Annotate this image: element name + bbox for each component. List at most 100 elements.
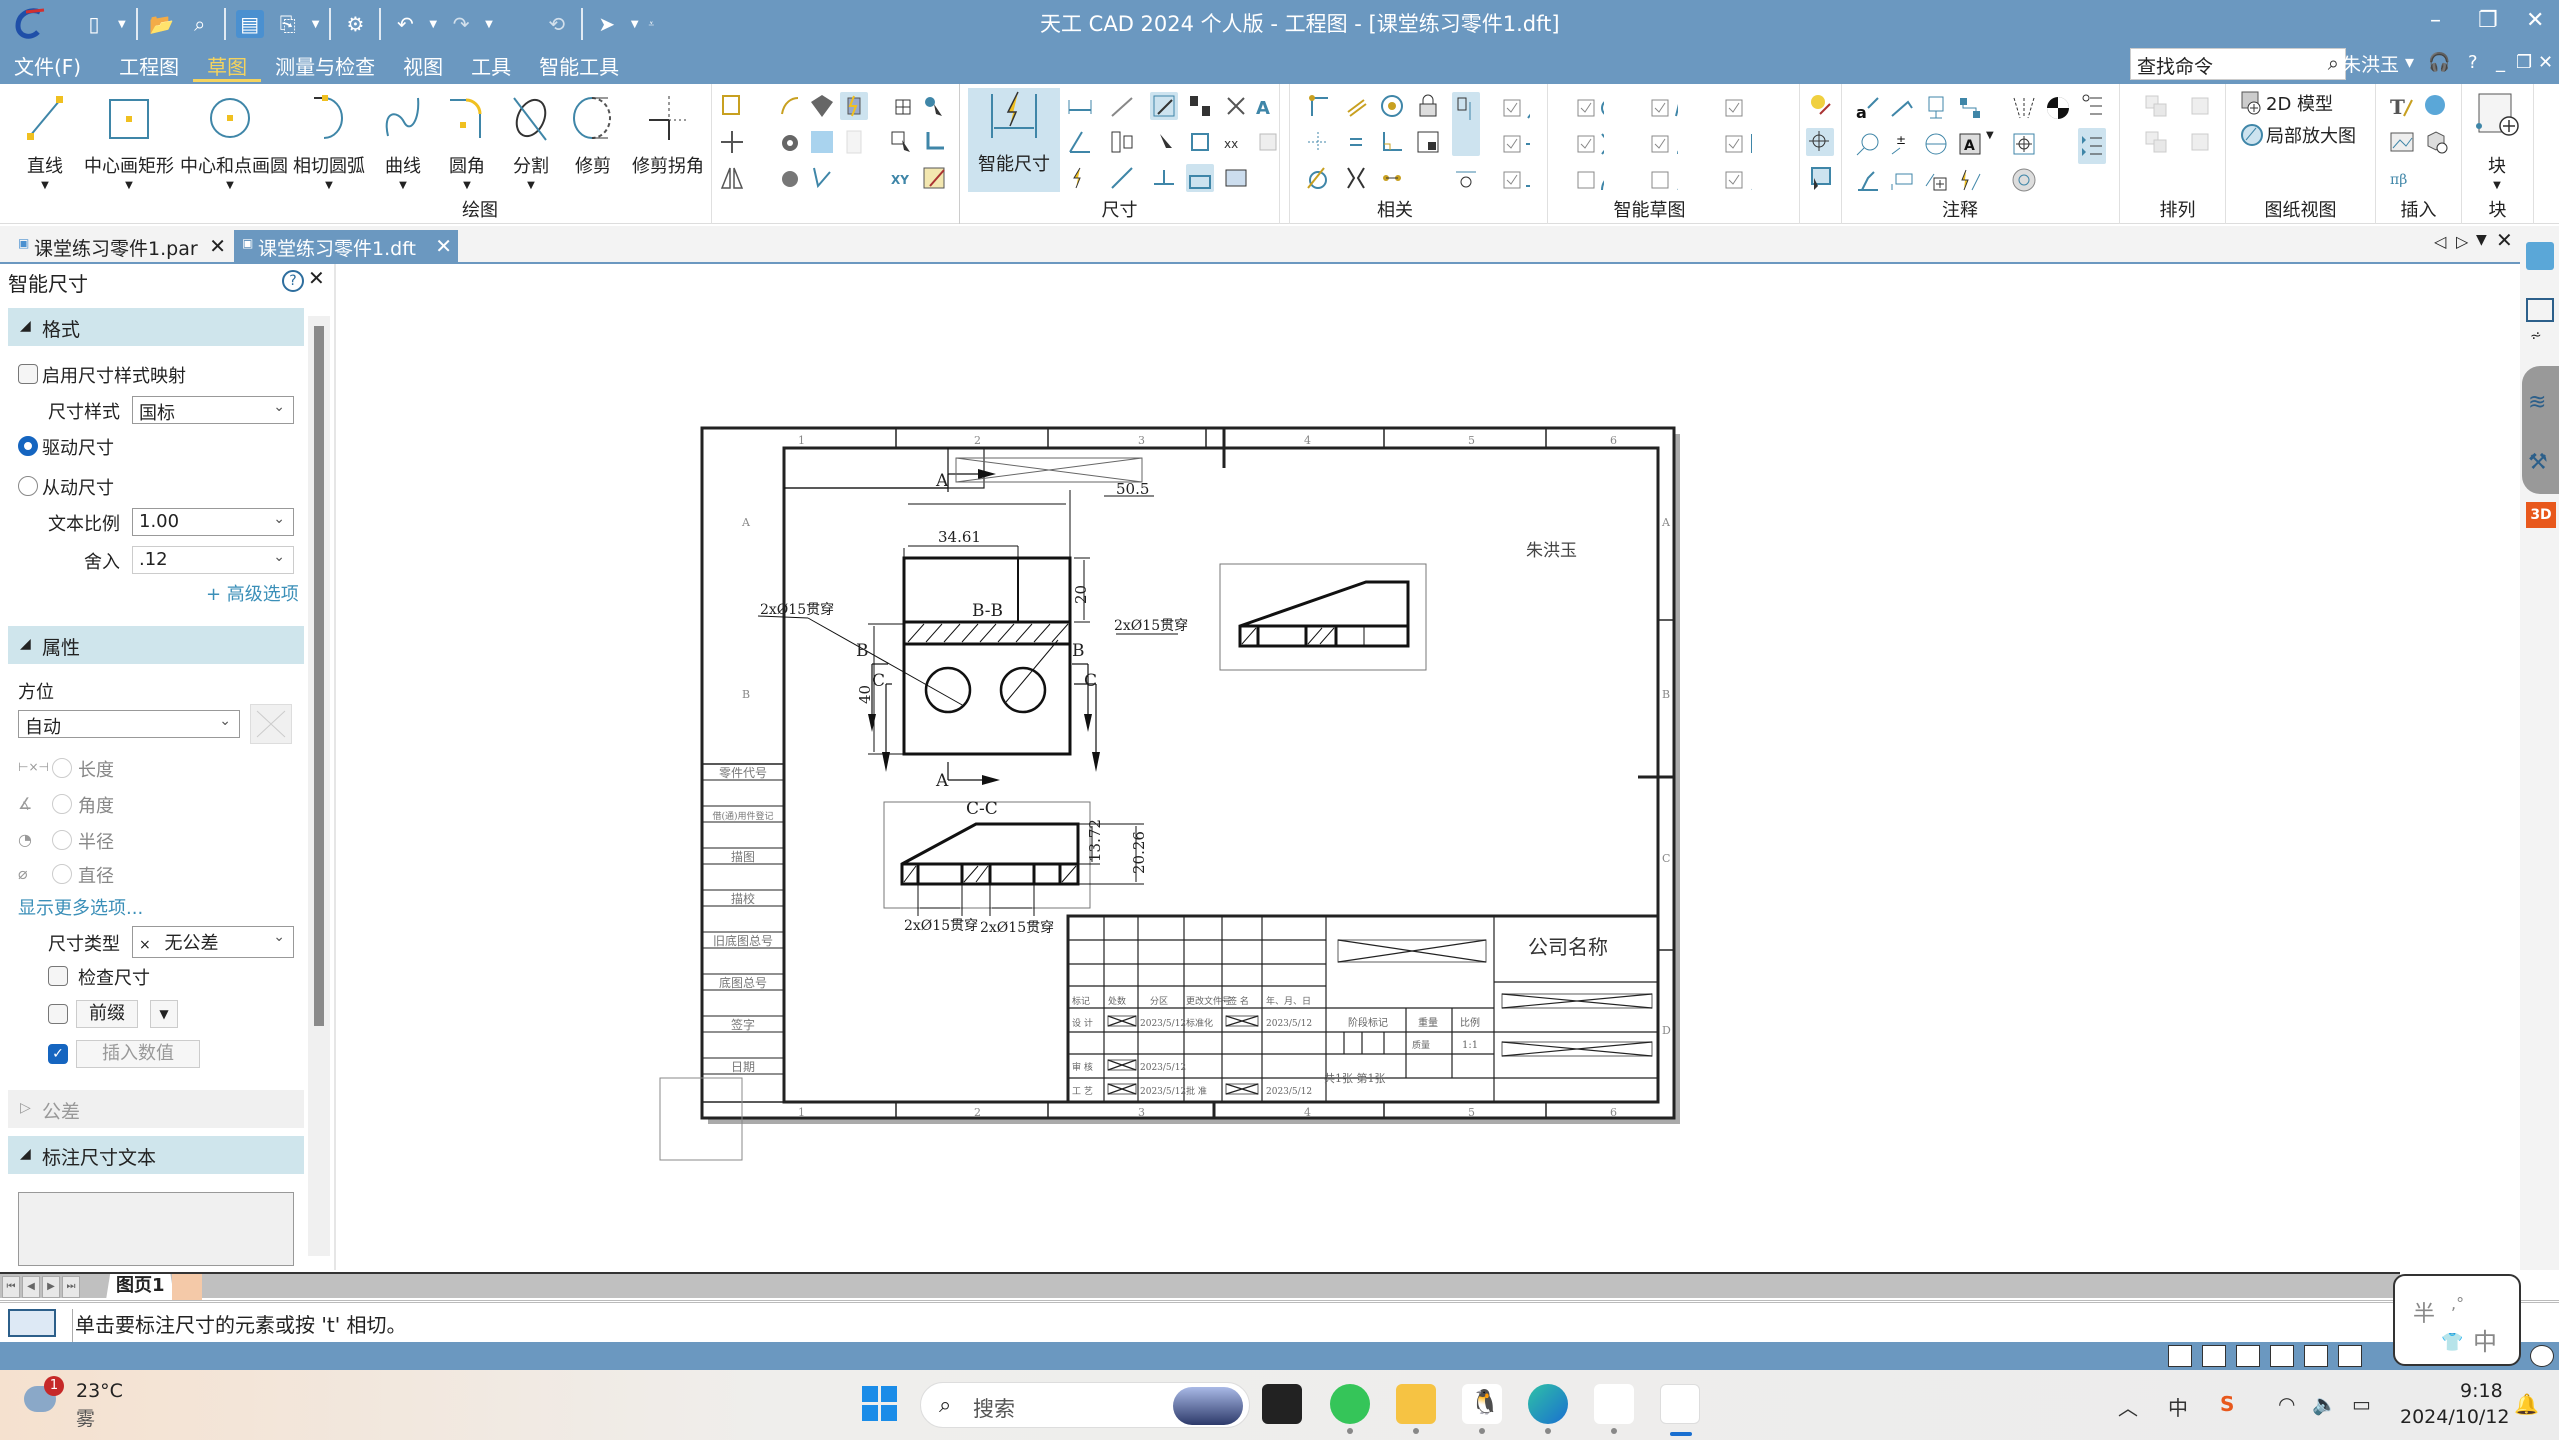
menu-smart-tools[interactable]: 智能工具 [525,52,633,82]
grid-pointer-icon[interactable] [888,128,916,156]
insert-text-icon[interactable]: T [2388,92,2416,120]
enable-style-mapping-checkbox[interactable] [18,364,38,384]
dim-group-icon[interactable] [1186,164,1214,192]
maintain-relations-icon[interactable] [1452,92,1480,156]
find-icon[interactable]: ⌕ [186,10,214,38]
doc-tab-drawing[interactable]: ▣ 课堂练习零件1.dft ✕ [234,230,458,264]
snap-tangent-toggle[interactable] [1650,130,1702,158]
prefix-button[interactable]: 前缀 [76,1000,138,1028]
fill-pattern-icon[interactable] [808,128,836,156]
callout-icon[interactable]: a [1854,94,1882,122]
pan-icon[interactable] [2270,1345,2294,1367]
insert-image-icon[interactable] [2388,128,2416,156]
minimize-button[interactable]: – [2430,8,2441,33]
bolt-circle-icon[interactable] [2010,166,2038,194]
menu-view[interactable]: 视图 [389,52,457,82]
dim-13-72[interactable]: 13.72 [1086,819,1104,862]
view-eye-icon[interactable] [776,128,804,156]
ime-punct[interactable]: ,° [2451,1294,2464,1313]
weld-symbol-icon[interactable] [1854,166,1882,194]
save-dropdown[interactable]: ▼ [312,19,320,30]
bulb-edit-icon[interactable] [1806,92,1834,120]
distance-dim-icon[interactable] [1066,92,1094,120]
orientation-toggle-button[interactable] [250,704,292,744]
coordinate-dim-icon[interactable] [1066,164,1094,192]
snap-midpoint-toggle[interactable] [1502,130,1554,158]
dropdown-arrow-icon[interactable]: ▼ [368,180,438,191]
restore-button[interactable]: ❐ [2478,8,2498,33]
insert-equation-icon[interactable]: πβ [2388,164,2416,192]
perpendicular-icon[interactable] [1378,128,1406,156]
fillet-button[interactable]: 圆角 ▼ [432,90,502,191]
snap-vertical-toggle[interactable] [1724,94,1776,122]
customize-qa-icon[interactable]: ⩡ [649,19,655,30]
text-style-icon[interactable]: A [1254,92,1282,120]
sogou-ime-icon[interactable]: S [2220,1392,2234,1416]
company-name[interactable]: 公司名称 [1528,935,1608,959]
fit-window-icon[interactable] [2202,1345,2226,1367]
taskbar-search[interactable]: ⌕ 搜索 [920,1382,1250,1428]
dim-pointer-icon[interactable] [1150,128,1178,156]
diameter-radio[interactable] [52,864,72,884]
snap-endpoint-toggle[interactable] [1502,94,1554,122]
blank-page-icon[interactable] [840,128,868,156]
dim-style-select[interactable]: 国标 ⌄ [132,396,294,424]
dim-20-26[interactable]: 20.26 [1130,831,1148,874]
snap-arc-toggle[interactable] [1576,166,1628,194]
close-tab-icon[interactable]: ✕ [435,234,452,258]
text-box-icon[interactable]: A [1956,130,1984,158]
help-button[interactable]: ? [2468,52,2478,73]
menu-drawing[interactable]: 工程图 [105,52,193,82]
insert-object-icon[interactable] [2422,128,2450,156]
menu-measure[interactable]: 测量与检查 [261,52,389,82]
doc-tab-part[interactable]: ▣ 课堂练习零件1.par ✕ [10,230,232,264]
connector-icon[interactable] [1956,94,1984,122]
line-button[interactable]: 直线 ▼ [10,90,80,191]
annotation-stack-icon[interactable] [2078,128,2106,164]
tray-overflow-icon[interactable]: ︿ [2118,1392,2138,1421]
help-icon[interactable]: ? [282,270,304,292]
dim-edit-text-icon[interactable] [1150,164,1178,192]
smart-annotation-icon[interactable] [1956,166,1984,194]
smart-view-icon[interactable] [840,92,868,120]
mirror-icon[interactable] [718,164,746,192]
doc-minimize-button[interactable]: _ [2496,52,2505,73]
trim-corner-button[interactable]: 修剪拐角 [626,90,710,178]
command-search-input[interactable]: 查找命令 ⌕ [2130,48,2346,80]
select-tool-icon[interactable] [2526,298,2554,322]
radius-radio[interactable] [52,830,72,850]
undo-icon[interactable]: ↶ [391,10,419,38]
text-scale-select[interactable]: 1.00 ⌄ [132,508,294,536]
tab-close-all-icon[interactable]: ✕ [2496,228,2513,252]
close-tab-icon[interactable]: ✕ [209,234,226,258]
tab-menu-icon[interactable]: ▼ [2476,232,2487,248]
trim-button[interactable]: 修剪 [558,90,628,178]
redo-icon[interactable]: ↷ [447,10,475,38]
edit-dim-icon[interactable] [1150,92,1178,120]
section-cut-icon[interactable] [808,164,836,192]
center-circle-button[interactable]: 中心和点画圆 ▼ [180,90,288,191]
balloon-icon[interactable] [1854,130,1882,158]
panel-close-icon[interactable]: ✕ [308,266,325,290]
block-button[interactable]: 块 ▼ [2464,90,2530,191]
equal-icon[interactable] [1342,128,1370,156]
tangent-icon[interactable] [1304,164,1332,192]
bring-forward-icon[interactable] [2142,92,2170,120]
view-fit-icon[interactable] [2338,1345,2362,1367]
advanced-options-link[interactable]: + 高级选项 [206,580,299,606]
hole-callout-right[interactable]: 2xØ15贯穿 [1114,618,1188,634]
undo-dropdown[interactable]: ▼ [429,19,437,30]
section-properties[interactable]: ◢ 属性 [8,626,304,664]
section-format[interactable]: ◢ 格式 [8,308,304,346]
orientation-select[interactable]: 自动 ⌄ [18,710,240,738]
include-icon[interactable] [776,92,804,120]
feature-control-icon[interactable] [2010,130,2038,158]
curve-button[interactable]: 曲线 ▼ [368,90,438,191]
collinear-icon[interactable] [1378,164,1406,192]
window-pointer-icon[interactable] [1806,164,1834,192]
dim-50-5[interactable]: 50.5 [1116,480,1149,498]
rigid-set-icon[interactable] [1414,128,1442,156]
open-file-icon[interactable]: 📂 [148,10,176,38]
parallel-icon[interactable] [1342,92,1370,120]
doc-close-button[interactable]: ✕ [2538,52,2553,73]
